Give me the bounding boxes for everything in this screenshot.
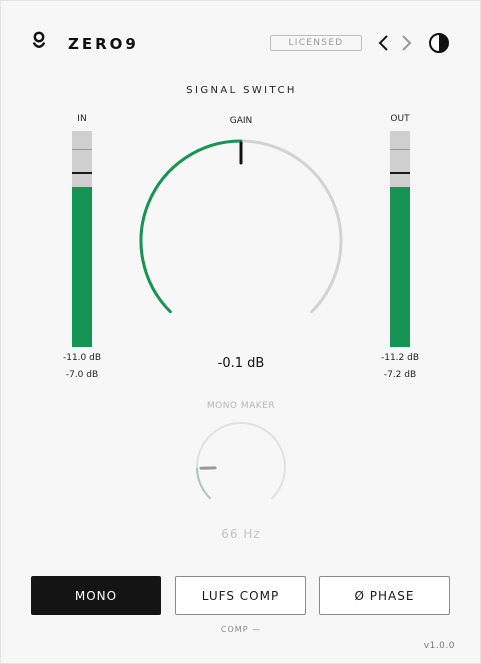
gain-value: -0.1 dB (217, 356, 265, 371)
phase-invert-button[interactable]: Ø PHASE (319, 576, 450, 615)
mono-maker-knob[interactable] (191, 421, 291, 513)
mono-maker-knob-track (196, 421, 286, 500)
input-readout-primary: -11.0 dB (62, 353, 102, 363)
gain-knob-track (139, 139, 343, 314)
input-meter-label: IN (77, 114, 87, 124)
contrast-toggle-icon[interactable] (428, 32, 450, 54)
output-meter-tick (390, 149, 410, 150)
output-readout-secondary: -7.2 dB (383, 370, 417, 380)
input-meter-peak-marker (72, 172, 92, 174)
zero9-logo-icon (33, 31, 45, 48)
input-readout-secondary: -7.0 dB (65, 370, 99, 380)
version-label: v1.0.0 (423, 641, 455, 651)
mono-button[interactable]: MONO (31, 576, 161, 615)
gain-knob[interactable] (131, 131, 351, 331)
output-meter (390, 131, 410, 347)
output-meter-fill (390, 187, 410, 347)
input-meter-tick (72, 149, 92, 150)
brand-name: ZERO9 (68, 35, 139, 53)
output-meter-label: OUT (390, 114, 410, 124)
gain-label: GAIN (229, 116, 253, 126)
lufs-comp-button[interactable]: LUFS COMP (175, 576, 306, 615)
section-title: SIGNAL SWITCH (186, 85, 297, 96)
output-meter-peak-marker (390, 172, 410, 174)
mono-maker-knob-value-arc (196, 467, 211, 500)
output-readout-primary: -11.2 dB (380, 353, 420, 363)
input-meter-fill (72, 187, 92, 347)
license-badge: LICENSED (270, 35, 362, 51)
mono-maker-value: 66 Hz (221, 527, 261, 541)
mono-maker-label: MONO MAKER (206, 401, 276, 411)
chevron-left-icon[interactable] (376, 34, 390, 52)
gain-knob-value-arc (139, 139, 243, 314)
plugin-window: ZERO9 LICENSED SIGNAL SWITCH IN -11.0 dB… (0, 0, 481, 664)
chevron-right-icon[interactable] (400, 34, 414, 52)
input-meter (72, 131, 92, 347)
comp-status: COMP — (220, 625, 262, 634)
